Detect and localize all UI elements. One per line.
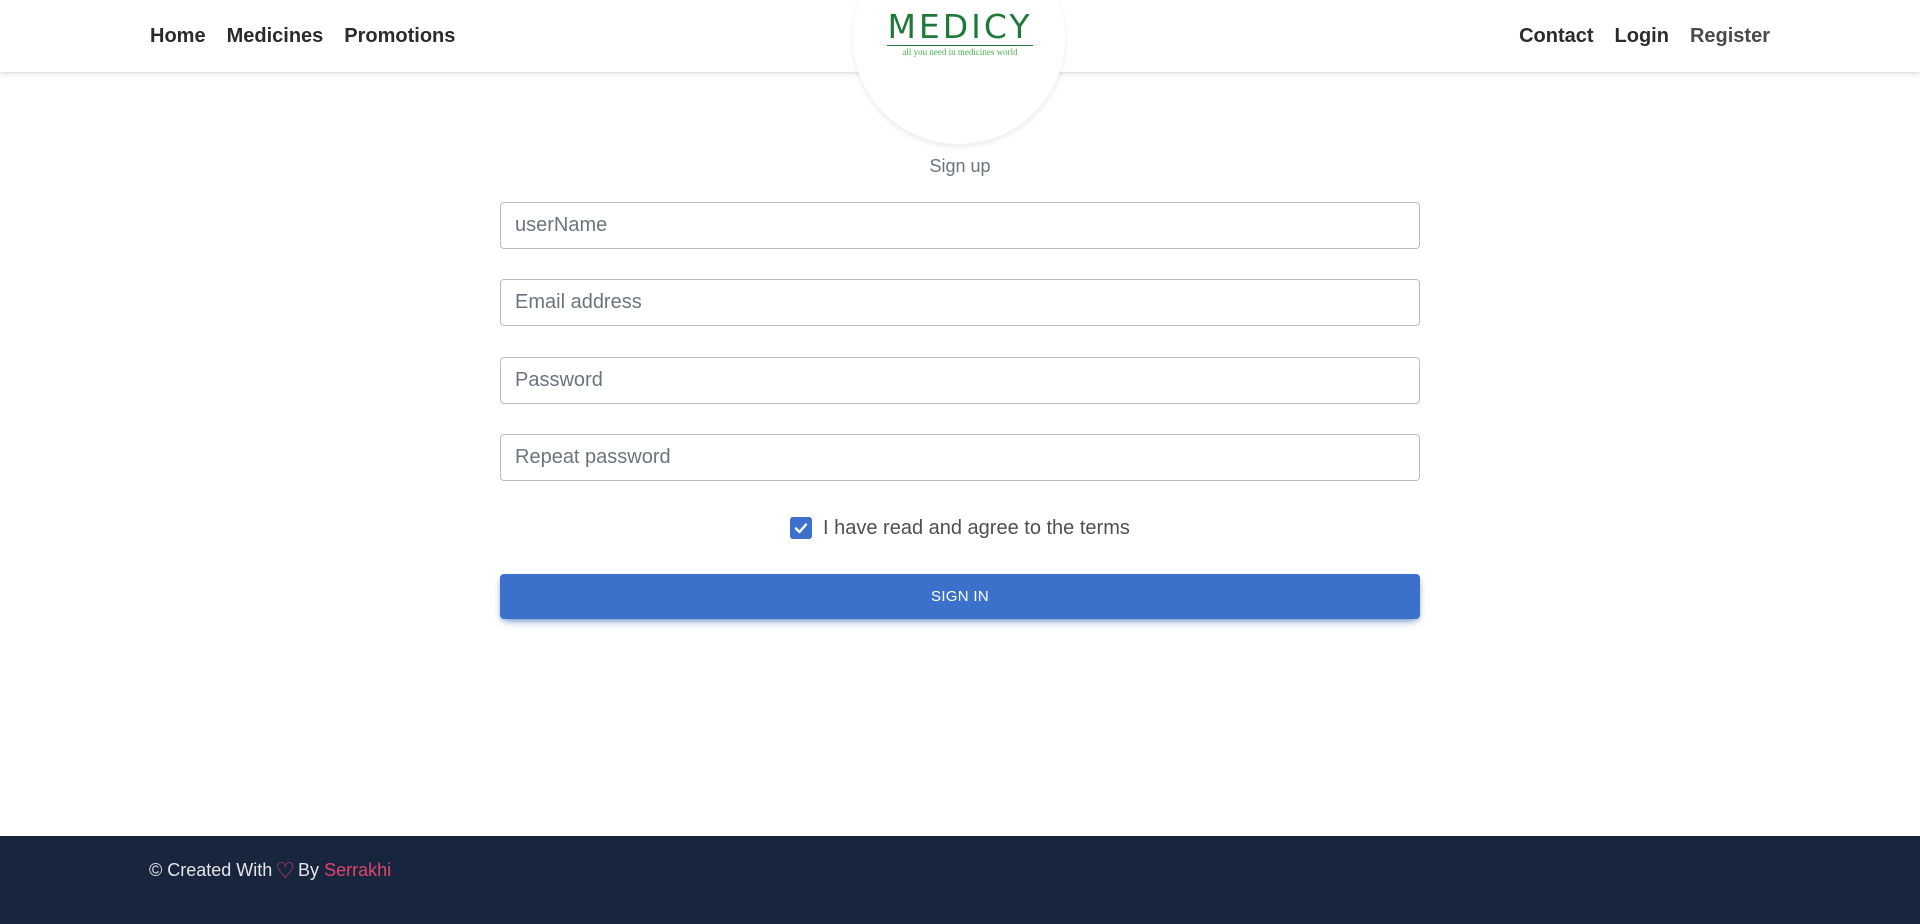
form-title: Sign up (929, 156, 991, 176)
password-input[interactable] (500, 357, 1420, 404)
terms-checkbox[interactable] (790, 517, 812, 539)
email-input[interactable] (500, 279, 1420, 326)
logo-title: MEDICY (887, 7, 1033, 46)
check-icon (794, 523, 808, 534)
nav-link-home[interactable]: Home (150, 25, 206, 48)
nav-link-contact[interactable]: Contact (1519, 25, 1593, 48)
site-logo[interactable]: MEDICY all you need in medicines world (880, 10, 1040, 58)
footer-credit: © Created With ♡ By Serrakhi (149, 857, 391, 883)
nav-left-group: Home Medicines Promotions (150, 0, 476, 72)
page-footer: © Created With ♡ By Serrakhi (0, 836, 1920, 924)
logo-tagline: all you need in medicines world (902, 47, 1018, 57)
footer-by: By (298, 860, 320, 880)
nav-link-register[interactable]: Register (1690, 25, 1770, 48)
repeat-password-input[interactable] (500, 434, 1420, 481)
author-link[interactable]: Serrakhi (324, 860, 391, 881)
heart-icon: ♡ (275, 857, 296, 883)
username-input[interactable] (500, 202, 1420, 249)
terms-label: I have read and agree to the terms (823, 516, 1130, 539)
nav-link-promotions[interactable]: Promotions (344, 25, 455, 48)
nav-link-login[interactable]: Login (1615, 25, 1669, 48)
nav-right-group: Contact Login Register (1498, 0, 1770, 72)
terms-checkbox-row[interactable]: I have read and agree to the terms (790, 516, 1130, 540)
nav-link-medicines[interactable]: Medicines (227, 25, 324, 48)
footer-prefix: © Created With (149, 860, 273, 880)
sign-in-button[interactable]: SIGN IN (500, 574, 1420, 619)
